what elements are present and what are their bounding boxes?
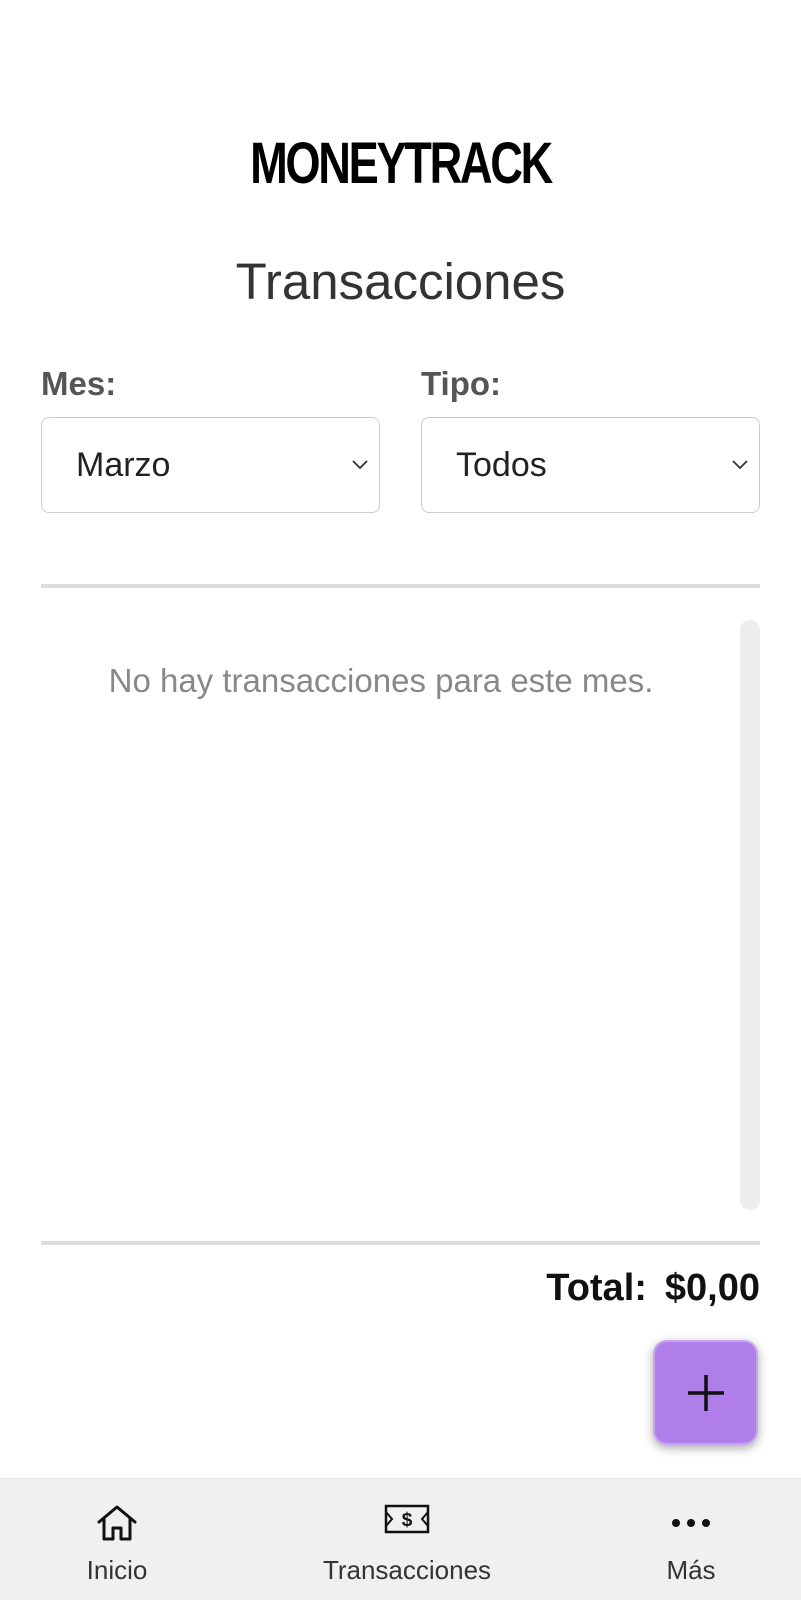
type-select-value: Todos: [456, 446, 547, 484]
home-icon: [97, 1505, 137, 1541]
nav-item-transacciones[interactable]: $ Transacciones: [311, 1479, 503, 1600]
more-icon: [672, 1519, 710, 1527]
empty-list-message: No hay transacciones para este mes.: [108, 662, 654, 699]
nav-label-mas: Más: [666, 1555, 716, 1585]
transactions-screen: MONEYTRACK Transacciones Mes: Marzo Tipo…: [0, 0, 801, 1600]
list-scrollbar[interactable]: [740, 620, 760, 1210]
nav-label-transacciones: Transacciones: [322, 1555, 492, 1585]
type-select[interactable]: Todos: [421, 417, 760, 513]
month-filter-label: Mes:: [41, 365, 117, 402]
total-row: Total: $0,00: [546, 1265, 760, 1311]
add-transaction-button[interactable]: [653, 1340, 758, 1445]
type-filter-label: Tipo:: [421, 365, 502, 402]
svg-text:$: $: [402, 1510, 413, 1531]
total-value: $0,00: [664, 1267, 760, 1309]
month-select[interactable]: Marzo: [41, 417, 380, 513]
nav-item-inicio[interactable]: Inicio: [57, 1479, 177, 1600]
money-bill-icon: $: [384, 1504, 430, 1534]
chevron-down-icon: [732, 460, 748, 470]
chevron-down-icon: [352, 460, 368, 470]
total-label: Total:: [546, 1267, 647, 1309]
app-logo: MONEYTRACK: [250, 131, 553, 196]
month-select-value: Marzo: [76, 446, 171, 484]
nav-item-mas[interactable]: Más: [641, 1479, 741, 1600]
bottom-nav: Inicio $ Transacciones Más: [0, 1478, 801, 1600]
page-title: Transacciones: [235, 253, 566, 310]
plus-icon: [688, 1375, 724, 1411]
bottom-divider: [41, 1241, 760, 1245]
top-divider: [41, 584, 760, 588]
nav-label-inicio: Inicio: [86, 1555, 148, 1585]
